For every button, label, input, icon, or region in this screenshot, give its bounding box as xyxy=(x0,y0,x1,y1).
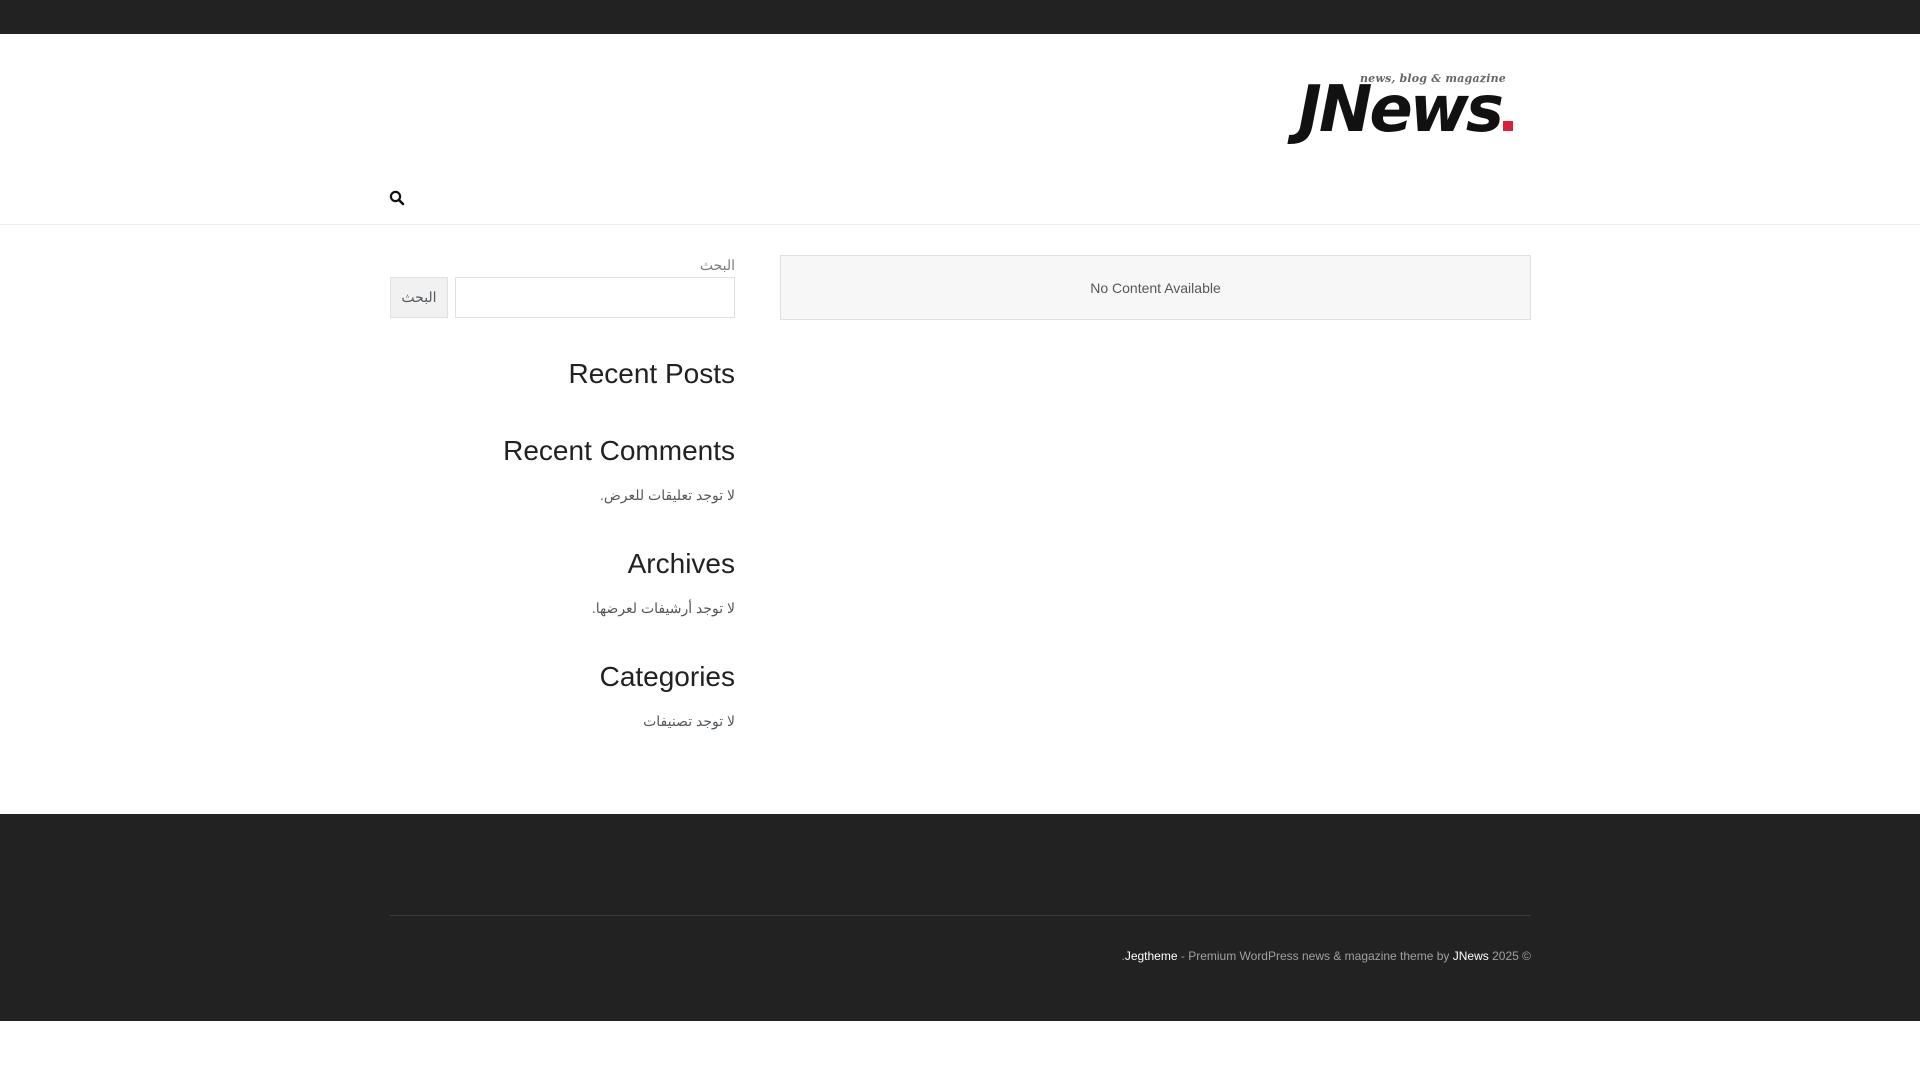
categories-empty: لا توجد تصنيفات xyxy=(643,713,735,729)
categories-title: Categories xyxy=(599,661,735,692)
site-logo[interactable]: news, blog & magazine JNews xyxy=(1298,72,1530,142)
site-footer: © 2025 Jegtheme - Premium WordPress news… xyxy=(0,814,1920,1021)
copyright-middle: - Premium WordPress news & magazine them… xyxy=(1180,949,1450,963)
search-label: البحث xyxy=(699,257,735,273)
footer-divider xyxy=(390,915,1531,916)
archives-empty: لا توجد أرشيفات لعرضها. xyxy=(591,600,735,616)
author-link[interactable]: Jegtheme xyxy=(1125,949,1178,963)
logo-wordmark: JNews xyxy=(1298,78,1513,142)
search-input[interactable] xyxy=(455,277,735,318)
recent-posts-title: Recent Posts xyxy=(568,358,735,389)
copyright-prefix: © 2025 xyxy=(1492,949,1531,963)
empty-content-notice: No Content Available xyxy=(780,255,1531,320)
search-icon[interactable] xyxy=(389,190,405,206)
copyright-text: © 2025 Jegtheme - Premium WordPress news… xyxy=(1121,949,1531,963)
empty-content-text: No Content Available xyxy=(1090,279,1221,296)
logo-red-dot xyxy=(1503,121,1513,131)
archives-title: Archives xyxy=(627,548,735,579)
search-button[interactable]: البحث xyxy=(390,277,448,318)
site-link[interactable]: JNews xyxy=(1453,949,1489,963)
recent-comments-empty: لا توجد تعليقات للعرض. xyxy=(599,487,735,503)
top-bar xyxy=(0,0,1920,34)
recent-comments-title: Recent Comments xyxy=(503,435,735,466)
site-header: news, blog & magazine JNews xyxy=(0,34,1920,225)
content-area: No Content Available البحث البحث Recent … xyxy=(0,225,1920,814)
